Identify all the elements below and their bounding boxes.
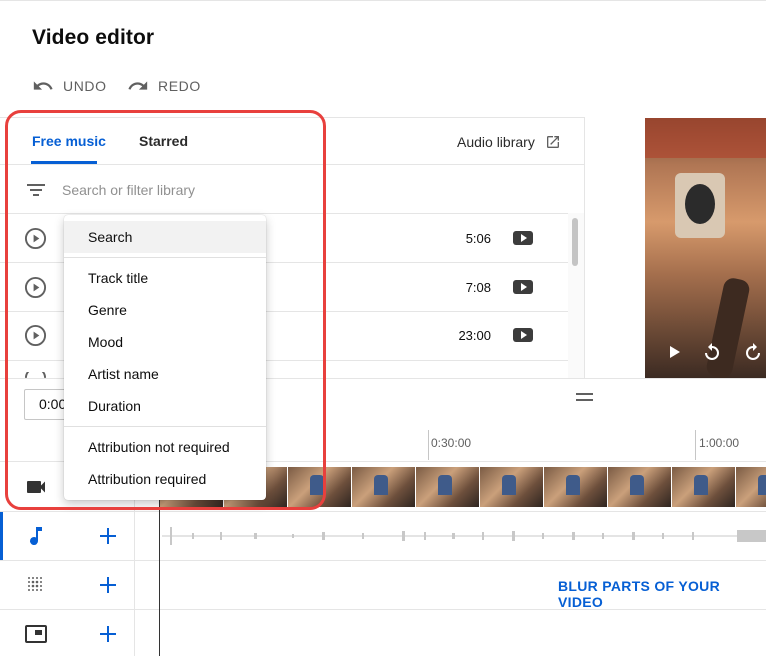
preview-forward-button[interactable] <box>744 343 762 361</box>
menu-item-artist-name[interactable]: Artist name <box>64 358 266 390</box>
undo-label: UNDO <box>63 78 107 94</box>
add-music-button[interactable] <box>97 525 119 547</box>
preview-speaker-cone <box>685 184 715 224</box>
resize-handle[interactable] <box>576 393 593 401</box>
filter-dropdown-menu: Search Track title Genre Mood Artist nam… <box>64 215 266 500</box>
redo-button[interactable]: REDO <box>127 74 201 98</box>
preview-play-button[interactable] <box>665 343 683 361</box>
youtube-icon[interactable] <box>513 328 533 342</box>
track-divider <box>0 511 766 512</box>
track-duration: 7:08 <box>465 280 491 295</box>
filter-icon[interactable] <box>26 180 46 200</box>
menu-item-search[interactable]: Search <box>64 221 266 253</box>
audio-library-link[interactable]: Audio library <box>457 134 561 150</box>
ruler-label: 1:00:00 <box>699 436 740 450</box>
menu-item-mood[interactable]: Mood <box>64 326 266 358</box>
redo-label: REDO <box>158 78 201 94</box>
video-frame <box>352 467 416 507</box>
library-scrollbar[interactable] <box>572 218 578 266</box>
undo-button[interactable]: UNDO <box>32 74 107 98</box>
preview-ceiling <box>645 118 766 158</box>
menu-item-attribution-required[interactable]: Attribution required <box>64 463 266 495</box>
redo-icon <box>128 81 148 90</box>
end-screen-icon <box>25 625 47 643</box>
top-divider <box>0 0 766 1</box>
video-frame <box>416 467 480 507</box>
preview-rewind-button[interactable] <box>703 343 721 361</box>
panel-right-border <box>584 117 585 378</box>
active-track-indicator <box>0 512 3 560</box>
play-circle-icon[interactable] <box>24 227 47 250</box>
panel-top-border <box>0 117 584 118</box>
blur-icon <box>28 577 42 591</box>
tab-starred[interactable]: Starred <box>139 133 188 149</box>
audio-library-label: Audio library <box>457 134 535 150</box>
music-note-icon[interactable] <box>24 524 48 548</box>
tab-free-music[interactable]: Free music <box>32 133 106 149</box>
tabs-divider <box>0 164 584 165</box>
menu-item-attribution-not-required[interactable]: Attribution not required <box>64 431 266 463</box>
video-frame <box>288 467 352 507</box>
ruler-tick <box>695 430 696 460</box>
preview-guitar <box>704 276 752 378</box>
play-icon <box>670 346 680 358</box>
play-circle-icon[interactable] <box>24 324 47 347</box>
video-frame <box>544 467 608 507</box>
blur-parts-link[interactable]: BLUR PARTS OF YOUR VIDEO <box>558 578 766 610</box>
track-duration: 23:00 <box>458 328 491 343</box>
video-frame <box>736 467 766 507</box>
menu-item-genre[interactable]: Genre <box>64 294 266 326</box>
audio-waveform <box>162 527 766 545</box>
page-title: Video editor <box>32 26 155 49</box>
video-frame <box>608 467 672 507</box>
track-divider <box>0 560 766 561</box>
track-duration: 5:06 <box>465 231 491 246</box>
youtube-icon[interactable] <box>513 280 533 294</box>
search-input[interactable] <box>62 178 362 202</box>
track-divider <box>0 609 766 610</box>
video-preview <box>645 118 766 378</box>
open-in-new-icon <box>546 136 559 148</box>
ruler-label: 0:30:00 <box>431 436 472 450</box>
video-frame <box>480 467 544 507</box>
forward-10-icon <box>746 343 760 360</box>
menu-item-track-title[interactable]: Track title <box>64 262 266 294</box>
undo-icon <box>33 81 53 90</box>
replay-10-icon <box>705 343 719 360</box>
add-end-screen-button[interactable] <box>97 623 119 645</box>
play-circle-icon[interactable] <box>24 276 47 299</box>
youtube-icon[interactable] <box>513 231 533 245</box>
ruler-tick <box>428 430 429 460</box>
menu-divider <box>64 426 266 427</box>
menu-item-duration[interactable]: Duration <box>64 390 266 422</box>
video-camera-icon <box>27 481 45 493</box>
video-frame <box>672 467 736 507</box>
menu-divider <box>64 257 266 258</box>
add-blur-button[interactable] <box>97 574 119 596</box>
